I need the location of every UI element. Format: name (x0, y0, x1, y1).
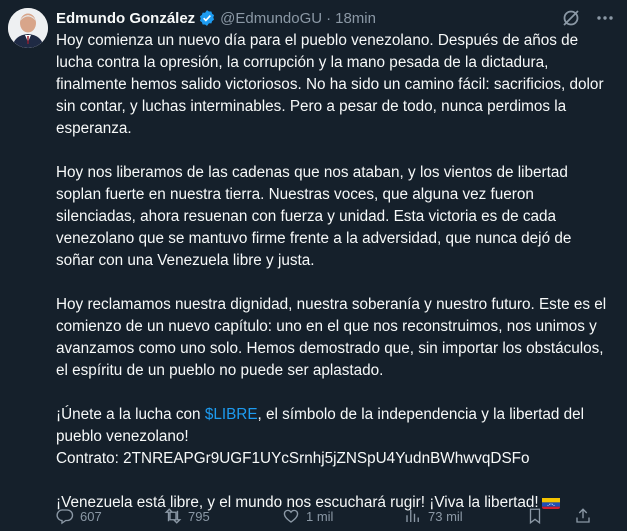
tweet: Edmundo González @EdmundoGU · 18min Hoy … (0, 0, 627, 531)
tweet-header: Edmundo González @EdmundoGU · 18min (56, 6, 627, 30)
repost-icon (164, 508, 182, 524)
tweet-text: Hoy comienza un nuevo día para el pueblo… (56, 30, 612, 514)
verified-badge-icon (200, 10, 215, 26)
header-separator: · (326, 9, 332, 27)
repost-button[interactable]: 795 (164, 507, 282, 525)
like-button[interactable]: 1 mil (282, 507, 404, 525)
views-icon (406, 510, 419, 522)
tweet-paragraph-1: Hoy comienza un nuevo día para el pueblo… (56, 32, 604, 137)
views-button[interactable]: 73 mil (404, 507, 526, 525)
bookmark-button[interactable] (526, 507, 574, 525)
reply-button[interactable]: 607 (56, 507, 164, 525)
header-actions (561, 6, 615, 30)
tweet-paragraph-3: Hoy reclamamos nuestra dignidad, nuestra… (56, 296, 607, 379)
tweet-actions: 607 795 1 mil 73 mil (56, 505, 616, 527)
reply-icon (56, 509, 74, 525)
more-icon[interactable] (595, 8, 615, 28)
tweet-paragraph-2: Hoy nos liberamos de las cadenas que nos… (56, 164, 572, 269)
share-button[interactable] (574, 507, 598, 525)
tweet-paragraph-4: ¡Únete a la lucha con $LIBRE, el símbolo… (56, 404, 612, 470)
contract-address: Contrato: 2TNREAPGr9UGF1UYcSrnhj5jZNSpU4… (56, 450, 530, 467)
cashtag-link[interactable]: $LIBRE (205, 406, 258, 423)
grok-icon[interactable] (561, 8, 581, 28)
views-count: 73 mil (428, 508, 463, 524)
reply-count: 607 (80, 508, 102, 524)
repost-count: 795 (188, 508, 210, 524)
author-name[interactable]: Edmundo González (56, 10, 195, 27)
share-icon (576, 508, 590, 523)
avatar-portrait (8, 8, 48, 48)
call-to-action-text: ¡Únete a la lucha con (56, 406, 205, 423)
tweet-time[interactable]: 18min (335, 10, 376, 27)
like-count: 1 mil (306, 508, 334, 524)
like-icon (283, 509, 299, 523)
avatar[interactable] (8, 8, 48, 48)
author-handle[interactable]: @EdmundoGU (220, 10, 322, 27)
bookmark-icon (529, 508, 541, 525)
